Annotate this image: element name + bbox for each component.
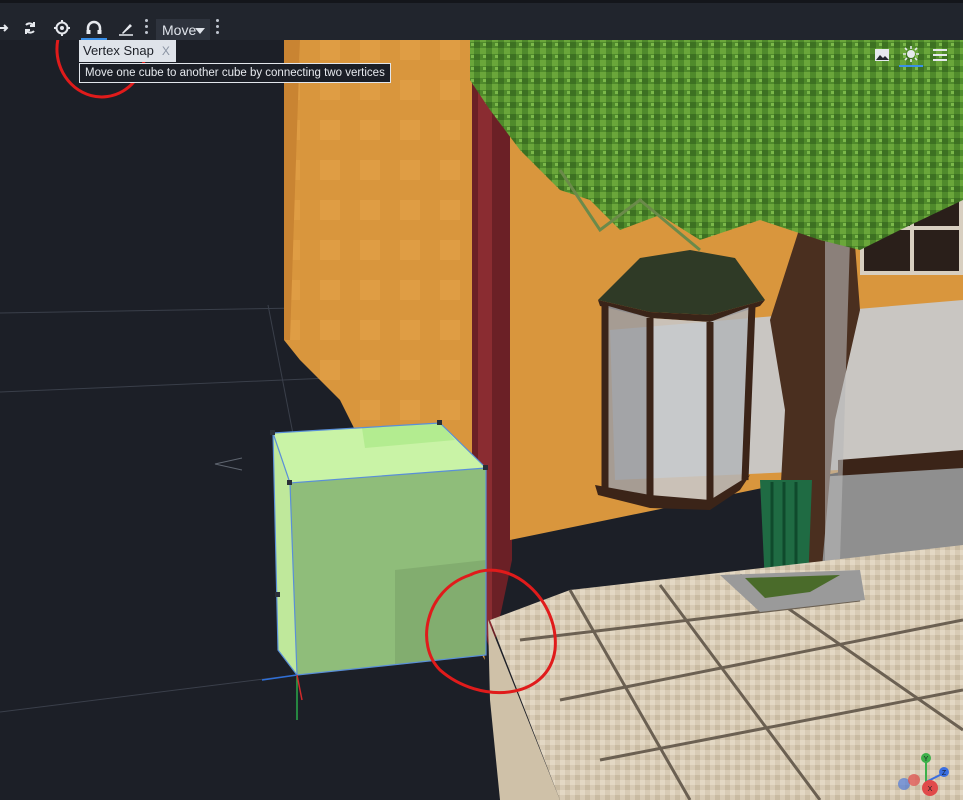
menu-icon[interactable] [928,43,952,67]
tooltip-close[interactable]: X [162,44,170,58]
vertex-snap-icon[interactable] [81,16,107,40]
toolbar-separator [145,19,149,35]
axis-label-z: Z [942,770,947,777]
mode-label: Move [162,22,197,38]
3d-viewport[interactable]: Y Z X [0,40,963,800]
lantern [595,250,765,510]
pivot-icon[interactable] [49,16,75,40]
toolbar: Move [0,0,963,41]
toolbar-separator [216,19,220,35]
brush-icon[interactable] [113,16,139,40]
rotate-icon[interactable] [17,16,43,40]
axis-gizmo[interactable]: Y Z X [896,752,956,798]
light-icon[interactable] [899,43,923,67]
arrow-icon[interactable] [0,16,16,40]
transform-mode-select[interactable]: Move [156,19,210,41]
tooltip-title-text: Vertex Snap [83,43,154,58]
chevron-down-icon [195,28,205,34]
selected-cube [261,420,488,720]
viewport-toolbar [870,43,955,67]
tooltip-description: Move one cube to another cube by connect… [79,63,391,83]
scene-render [0,40,963,800]
image-icon[interactable] [870,43,894,67]
tooltip-title: Vertex Snap X [79,40,176,62]
axis-label-y: Y [924,756,929,763]
axis-label-x: X [928,786,933,793]
